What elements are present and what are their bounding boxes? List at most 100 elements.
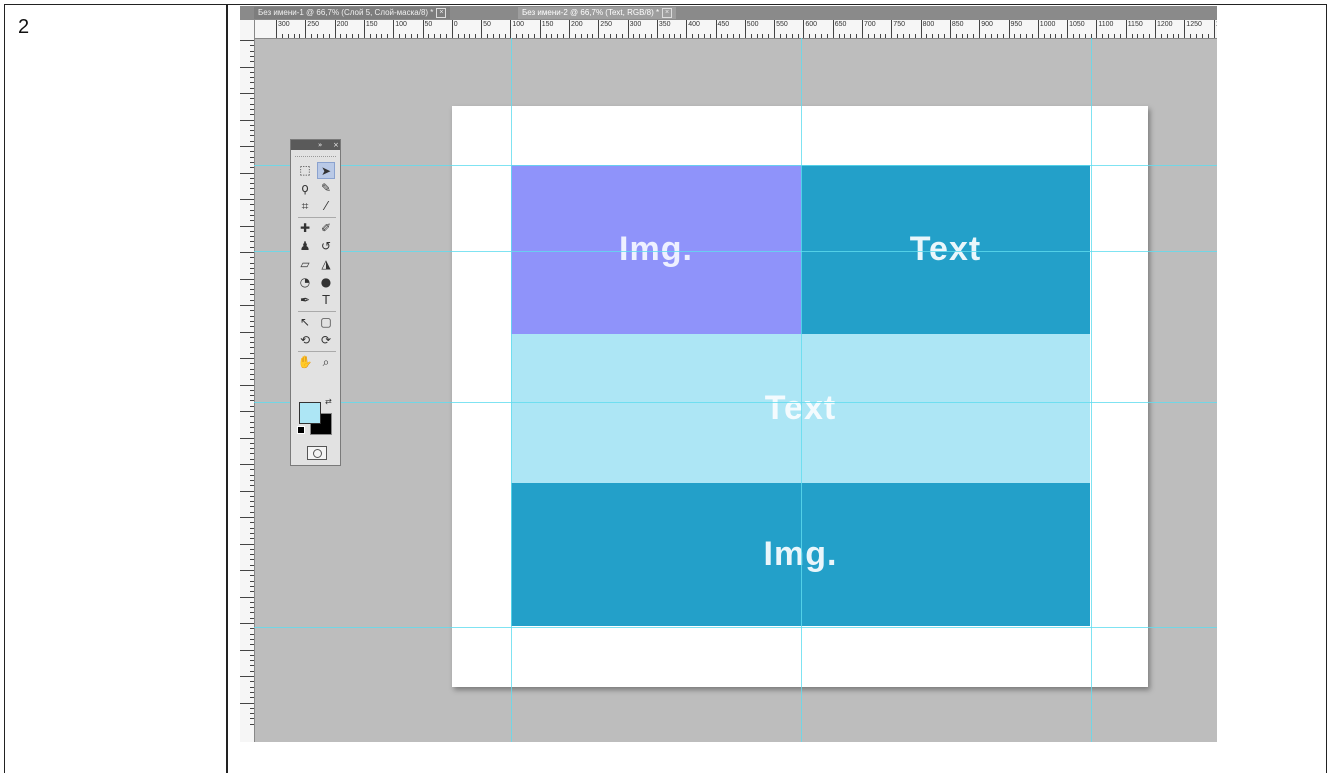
ruler-minor-tick bbox=[250, 151, 254, 153]
ruler-minor-tick bbox=[250, 177, 254, 179]
ruler-tick-label: 250 bbox=[600, 21, 612, 28]
guide-vertical[interactable] bbox=[801, 38, 802, 742]
move-icon[interactable]: ➤ bbox=[317, 162, 335, 179]
zoom-icon[interactable]: ⌕ bbox=[317, 354, 335, 371]
ruler-vertical[interactable] bbox=[240, 20, 255, 742]
ruler-tick bbox=[305, 20, 307, 38]
3d-orbit-icon[interactable]: ⟳ bbox=[317, 332, 335, 349]
ruler-minor-tick bbox=[250, 299, 254, 301]
tab-document-2[interactable]: Без имени-2 @ 66,7% (Text, RGB/8) * × bbox=[518, 7, 677, 19]
tools-panel: » × ⬚ ➤ ϙ ✎ ⌗ ⁄ ✚ ✐ ♟ ↺ ▱ ◮ ◔ ● ✒ T ↖ ▢ ⟲ ⟳ ✋ ⌕ ⇄ bbox=[290, 139, 341, 466]
ruler-tick bbox=[803, 20, 805, 38]
blur-icon[interactable]: ◔ bbox=[296, 274, 314, 291]
panel-grip[interactable] bbox=[295, 150, 336, 157]
dodge-icon[interactable]: ● bbox=[317, 274, 335, 291]
guide-horizontal[interactable] bbox=[254, 402, 1217, 403]
ruler-tick-label: 900 bbox=[981, 21, 993, 28]
close-icon[interactable]: × bbox=[662, 7, 673, 18]
ruler-minor-tick bbox=[867, 34, 869, 38]
guide-horizontal[interactable] bbox=[254, 251, 1217, 252]
ruler-minor-tick bbox=[250, 161, 254, 163]
path-select-icon[interactable]: ↖ bbox=[296, 314, 314, 331]
close-icon[interactable]: × bbox=[436, 7, 447, 18]
ruler-minor-tick bbox=[369, 34, 371, 38]
ruler-horizontal[interactable]: 300 250 200 150 100 50 0 50 100 150 200 250 300 350 40… bbox=[254, 20, 1217, 39]
ruler-minor-tick bbox=[1026, 34, 1028, 38]
collapse-icon[interactable]: » bbox=[318, 140, 322, 150]
default-colors-icon[interactable] bbox=[297, 426, 305, 434]
ruler-tick bbox=[240, 384, 254, 386]
ruler-minor-tick bbox=[250, 506, 254, 508]
ruler-minor-tick bbox=[750, 34, 752, 38]
ruler-minor-tick bbox=[250, 479, 254, 481]
tools-panel-header[interactable]: » × bbox=[291, 140, 340, 150]
ruler-minor-tick bbox=[250, 135, 254, 137]
ruler-tick-label: 1200 bbox=[1157, 21, 1173, 28]
ruler-tick bbox=[539, 20, 541, 38]
eraser-icon[interactable]: ▱ bbox=[296, 256, 314, 273]
history-brush-icon[interactable]: ↺ bbox=[317, 238, 335, 255]
swap-colors-icon[interactable]: ⇄ bbox=[325, 397, 332, 406]
ruler-minor-tick bbox=[299, 34, 301, 38]
ruler-minor-tick bbox=[250, 61, 254, 63]
ruler-minor-tick bbox=[250, 156, 254, 158]
ruler-minor-tick bbox=[738, 34, 740, 38]
ruler-minor-tick bbox=[1160, 34, 1162, 38]
ruler-minor-tick bbox=[250, 426, 254, 428]
ruler-minor-tick bbox=[250, 554, 254, 556]
ruler-tick bbox=[240, 517, 254, 518]
ruler-minor-tick bbox=[873, 34, 875, 38]
tab-document-1[interactable]: Без имени-1 @ 66,7% (Слой 5, Слой-маска/… bbox=[254, 7, 451, 19]
ruler-minor-tick bbox=[850, 34, 852, 38]
guide-horizontal[interactable] bbox=[254, 165, 1217, 166]
ruler-minor-tick bbox=[756, 34, 758, 38]
ruler-minor-tick bbox=[610, 34, 612, 38]
ruler-minor-tick bbox=[311, 34, 313, 38]
quick-mask-button[interactable] bbox=[307, 446, 327, 460]
eyedropper-icon[interactable]: ⁄ bbox=[317, 198, 335, 215]
guide-vertical[interactable] bbox=[1091, 38, 1092, 742]
guide-vertical[interactable] bbox=[511, 38, 512, 742]
shape-icon[interactable]: ▢ bbox=[317, 314, 335, 331]
ruler-minor-tick bbox=[250, 527, 254, 529]
ruler-minor-tick bbox=[990, 34, 992, 38]
ruler-tick-label: 250 bbox=[307, 21, 319, 28]
ruler-tick bbox=[240, 596, 254, 598]
paint-bucket-icon[interactable]: ◮ bbox=[317, 256, 335, 273]
healing-brush-icon[interactable]: ✚ bbox=[296, 220, 314, 237]
canvas-block-img[interactable]: Img. bbox=[511, 165, 801, 334]
ruler-minor-tick bbox=[250, 124, 254, 126]
ruler-minor-tick bbox=[250, 495, 254, 497]
ruler-minor-tick bbox=[1119, 34, 1121, 38]
document-canvas[interactable]: Img. Text Text Img. bbox=[452, 106, 1148, 687]
3d-rotate-icon[interactable]: ⟲ bbox=[296, 332, 314, 349]
ruler-minor-tick bbox=[733, 34, 735, 38]
pen-icon[interactable]: ✒ bbox=[296, 292, 314, 309]
guide-horizontal[interactable] bbox=[254, 627, 1217, 628]
close-icon[interactable]: × bbox=[333, 140, 339, 150]
ruler-minor-tick bbox=[615, 34, 617, 38]
type-icon[interactable]: T bbox=[317, 292, 335, 309]
clone-stamp-icon[interactable]: ♟ bbox=[296, 238, 314, 255]
ruler-tick-label: 50 bbox=[483, 21, 491, 28]
ruler-minor-tick bbox=[1137, 34, 1139, 38]
ruler-tick bbox=[656, 20, 658, 38]
ruler-minor-tick bbox=[633, 34, 635, 38]
brush-icon[interactable]: ✐ bbox=[317, 220, 335, 237]
ruler-minor-tick bbox=[1078, 34, 1080, 38]
ruler-minor-tick bbox=[399, 34, 401, 38]
foreground-color-swatch[interactable] bbox=[299, 402, 321, 424]
ruler-minor-tick bbox=[250, 448, 254, 450]
hand-icon[interactable]: ✋ bbox=[296, 354, 314, 371]
rect-marquee-icon[interactable]: ⬚ bbox=[296, 162, 314, 179]
ruler-minor-tick bbox=[250, 501, 254, 503]
canvas-block-text[interactable]: Text bbox=[801, 165, 1090, 334]
ruler-minor-tick bbox=[856, 34, 858, 38]
ruler-minor-tick bbox=[281, 34, 283, 38]
ruler-minor-tick bbox=[1178, 34, 1180, 38]
crop-icon[interactable]: ⌗ bbox=[296, 198, 314, 215]
quick-select-icon[interactable]: ✎ bbox=[317, 180, 335, 197]
ruler-minor-tick bbox=[1084, 34, 1086, 38]
lasso-icon[interactable]: ϙ bbox=[296, 180, 314, 197]
ruler-tick-label: 550 bbox=[776, 21, 788, 28]
